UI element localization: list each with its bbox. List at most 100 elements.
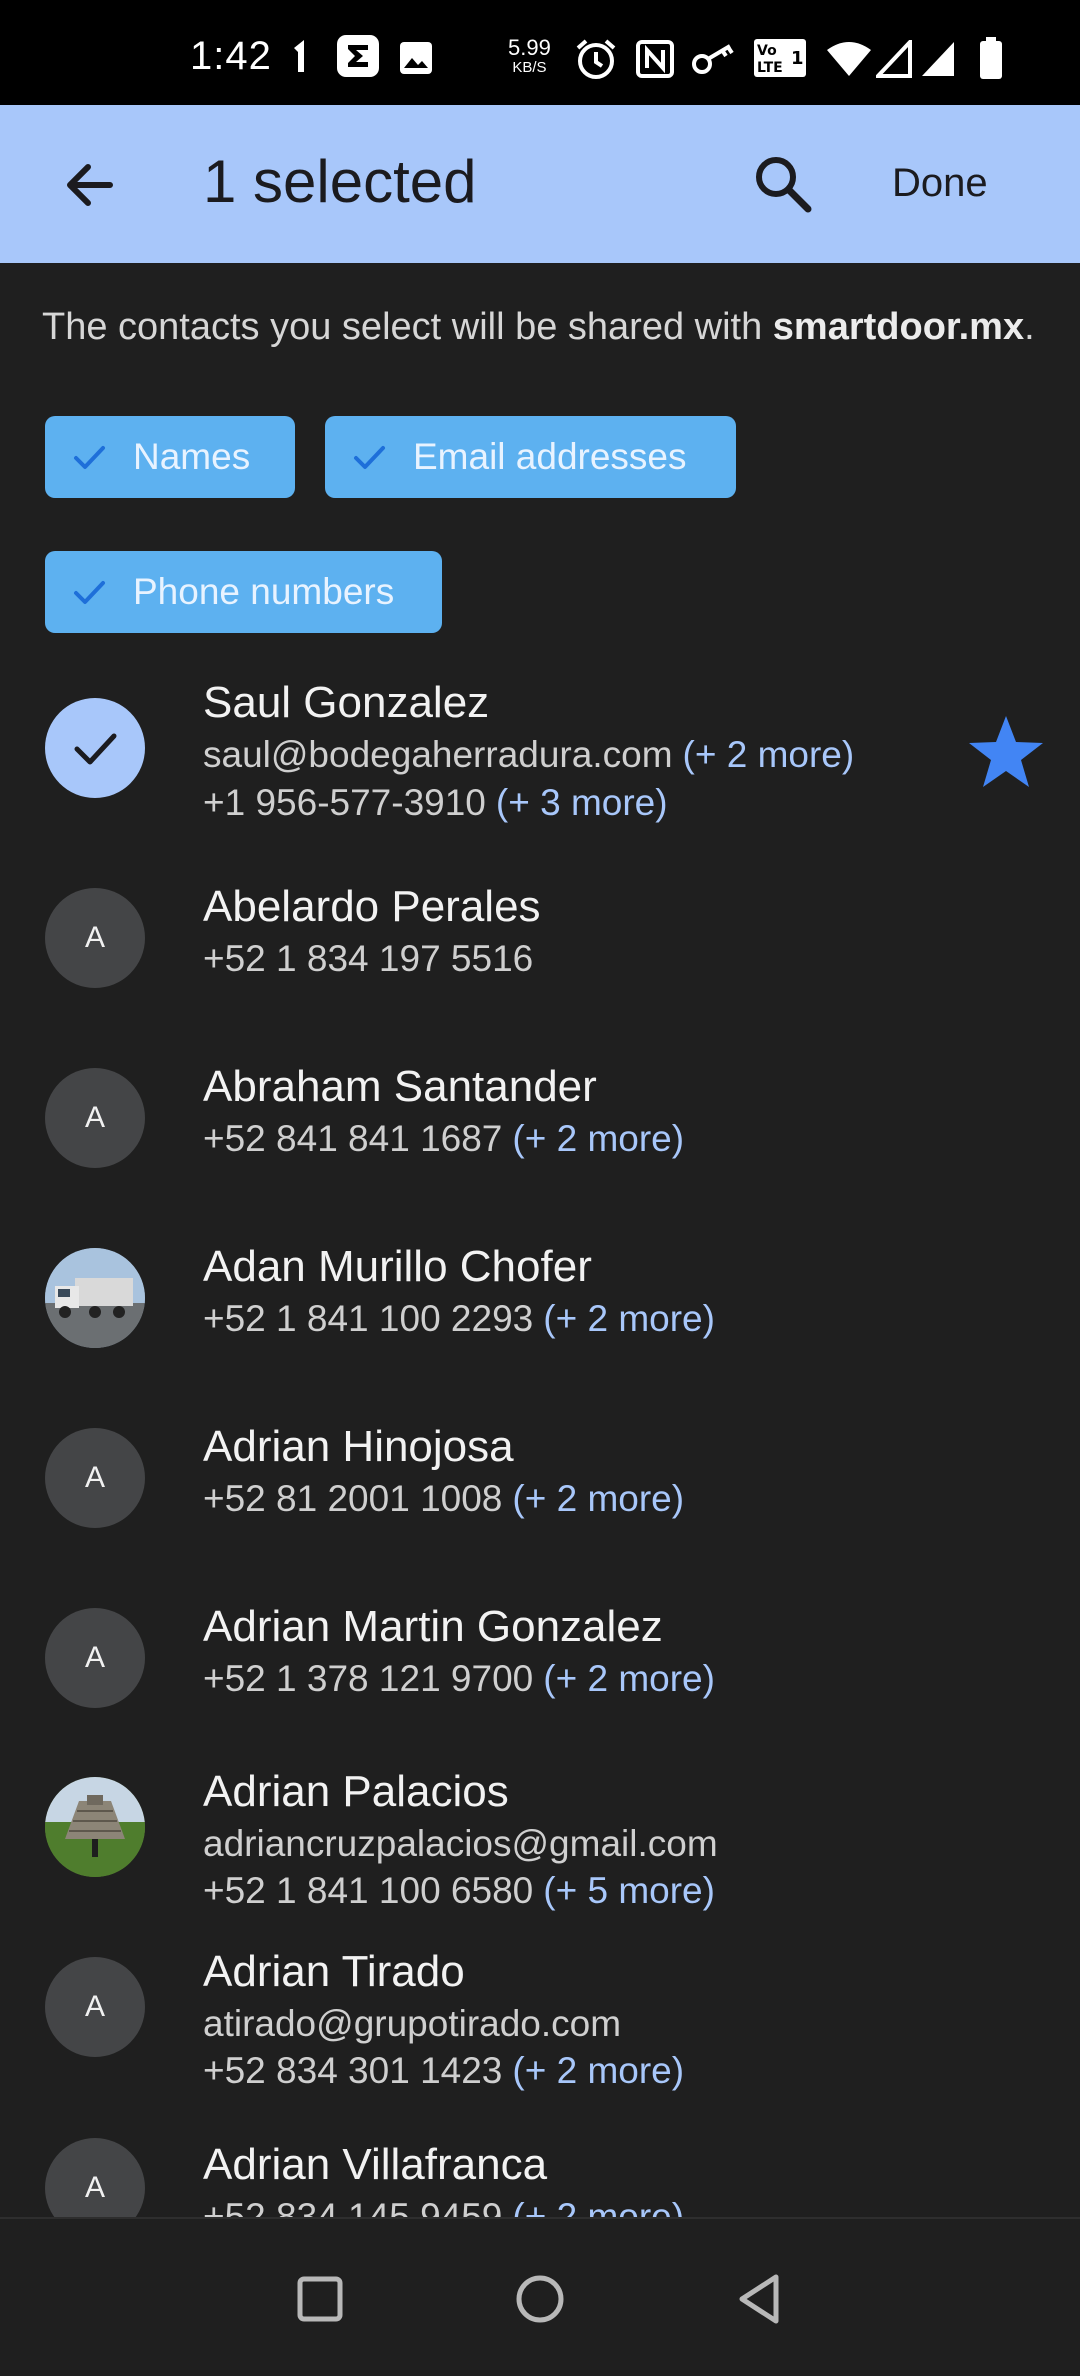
contact-row[interactable]: Adrian Palacios adriancruzpalacios@gmail…	[0, 1755, 1080, 1925]
signal-icon-2	[922, 42, 954, 76]
contact-name: Adan Murillo Chofer	[203, 1242, 592, 1291]
contact-email: atirado@grupotirado.com	[203, 2003, 621, 2045]
contact-name: Adrian Hinojosa	[203, 1422, 514, 1471]
phone-value: +52 1 834 197 5516	[203, 938, 534, 979]
contact-name: Adrian Tirado	[203, 1947, 465, 1996]
phone-more-link[interactable]: (+ 2 more)	[543, 1298, 715, 1339]
signal-icon	[876, 40, 912, 78]
email-value: atirado@grupotirado.com	[203, 2003, 622, 2044]
sigma-app-icon	[337, 35, 379, 77]
avatar: A	[45, 888, 145, 988]
contact-email: saul@bodegaherradura.com (+ 2 more)	[203, 734, 854, 776]
contact-row[interactable]: A Adrian Hinojosa +52 81 2001 1008 (+ 2 m…	[0, 1410, 1080, 1560]
star-icon[interactable]	[966, 712, 1046, 792]
chip-email-addresses[interactable]: Email addresses	[325, 416, 736, 498]
back-icon[interactable]	[730, 2269, 790, 2329]
contact-phone: +52 834 145 9459 (+ 2 more)	[203, 2196, 684, 2217]
home-icon[interactable]	[510, 2269, 570, 2329]
contact-row[interactable]: A Adrian Tirado atirado@grupotirado.com …	[0, 1935, 1080, 2105]
check-icon	[74, 446, 105, 469]
net-speed: 5.99 KB/S	[508, 35, 551, 78]
volte-icon: VoLTE 1	[754, 39, 806, 77]
avatar: A	[45, 1957, 145, 2057]
phone-value: +1 956-577-3910	[203, 782, 486, 823]
alarm-icon	[576, 39, 616, 79]
navigation-bar	[0, 2217, 1080, 2376]
recents-icon[interactable]	[290, 2269, 350, 2329]
email-value: saul@bodegaherradura.com	[203, 734, 673, 775]
phone-value: +52 1 378 121 9700	[203, 1658, 534, 1699]
pyramid-photo	[45, 1777, 145, 1877]
share-domain: smartdoor.mx	[772, 306, 1025, 348]
contact-phone: +52 1 834 197 5516	[203, 938, 533, 980]
contact-phone: +52 1 378 121 9700 (+ 2 more)	[203, 1658, 715, 1700]
app-bar: 1 selected Done	[0, 105, 1080, 263]
phone-value: +52 1 841 100 2293	[203, 1298, 534, 1339]
contact-name: Adrian Palacios	[203, 1767, 509, 1816]
contact-list: Saul Gonzalez saul@bodegaherradura.com (+…	[0, 660, 1080, 2217]
contact-row[interactable]: A Adrian Villafranca +52 834 145 9459 (+ …	[0, 2120, 1080, 2217]
avatar: A	[45, 2138, 145, 2217]
contact-row[interactable]: A Abelardo Perales +52 1 834 197 5516	[0, 870, 1080, 1020]
avatar: A	[45, 1068, 145, 1168]
phone-value: +52 81 2001 1008	[203, 1478, 503, 1519]
contact-row[interactable]: A Adrian Martin Gonzalez +52 1 378 121 9…	[0, 1590, 1080, 1740]
svg-text:LTE: LTE	[757, 60, 783, 76]
contact-phone: +1 956-577-3910 (+ 3 more)	[203, 782, 668, 824]
phone-more-link[interactable]: (+ 2 more)	[512, 2050, 684, 2091]
notification-icon	[294, 40, 304, 72]
svg-text:Vo: Vo	[757, 43, 777, 59]
pyramid-photo-avatar	[45, 1777, 145, 1877]
image-icon	[400, 42, 432, 74]
search-icon[interactable]	[750, 151, 816, 217]
chip-label: Phone numbers	[133, 571, 395, 612]
contact-name: Abraham Santander	[203, 1062, 597, 1111]
contact-name: Adrian Martin Gonzalez	[203, 1602, 663, 1651]
done-button[interactable]: Done	[880, 157, 1000, 210]
share-info-suffix: .	[1024, 306, 1035, 348]
phone-more-link[interactable]: (+ 2 more)	[543, 1658, 715, 1699]
phone-more-link[interactable]: (+ 3 more)	[496, 782, 668, 823]
contact-email: adriancruzpalacios@gmail.com	[203, 1823, 718, 1865]
contact-phone: +52 841 841 1687 (+ 2 more)	[203, 1118, 684, 1160]
phone-more-link[interactable]: (+ 2 more)	[512, 1118, 684, 1159]
status-bar: 1:42 5.99 KB/S Vo LTE 1	[0, 0, 1080, 105]
contact-row[interactable]: Adan Murillo Chofer +52 1 841 100 2293 (+…	[0, 1230, 1080, 1380]
email-more-link[interactable]: (+ 2 more)	[683, 734, 855, 775]
phone-value: +52 834 301 1423	[203, 2050, 503, 2091]
avatar: A	[45, 1608, 145, 1708]
chip-label: Email addresses	[413, 436, 687, 477]
phone-more-link[interactable]: (+ 2 more)	[512, 2196, 684, 2217]
contact-phone: +52 834 301 1423 (+ 2 more)	[203, 2050, 684, 2092]
chip-label: Names	[133, 436, 251, 477]
contact-phone: +52 1 841 100 6580 (+ 5 more)	[203, 1870, 715, 1912]
contact-name: Adrian Villafranca	[203, 2140, 548, 2189]
phone-value: +52 841 841 1687	[203, 1118, 503, 1159]
chip-names[interactable]: Names	[45, 416, 295, 498]
email-value: adriancruzpalacios@gmail.com	[203, 1823, 718, 1864]
chip-phone-numbers[interactable]: Phone numbers	[45, 551, 442, 633]
contact-phone: +52 81 2001 1008 (+ 2 more)	[203, 1478, 684, 1520]
page-title: 1 selected	[203, 148, 477, 215]
key-icon	[692, 44, 734, 74]
back-arrow-icon[interactable]	[58, 153, 122, 217]
contact-row[interactable]: Saul Gonzalez saul@bodegaherradura.com (+…	[0, 668, 1080, 838]
avatar: A	[45, 1428, 145, 1528]
selected-avatar[interactable]	[45, 698, 145, 798]
check-icon	[74, 581, 105, 604]
truck-photo-avatar	[45, 1248, 145, 1348]
phone-value: +52 1 841 100 6580	[203, 1870, 534, 1911]
phone-more-link[interactable]: (+ 2 more)	[512, 1478, 684, 1519]
battery-icon	[980, 37, 1002, 79]
share-info-text: The contacts you select will be shared w…	[42, 306, 1035, 349]
phone-more-link[interactable]: (+ 5 more)	[543, 1870, 715, 1911]
net-speed-value: 5.99	[508, 35, 551, 60]
contact-name: Saul Gonzalez	[203, 678, 490, 727]
share-info-prefix: The contacts you select will be shared w…	[42, 306, 773, 348]
nfc-icon	[636, 40, 674, 78]
check-icon	[74, 733, 117, 765]
contact-phone: +52 1 841 100 2293 (+ 2 more)	[203, 1298, 715, 1340]
contact-name: Abelardo Perales	[203, 882, 541, 931]
contact-row[interactable]: A Abraham Santander +52 841 841 1687 (+ 2…	[0, 1050, 1080, 1200]
net-speed-unit: KB/S	[512, 59, 547, 76]
